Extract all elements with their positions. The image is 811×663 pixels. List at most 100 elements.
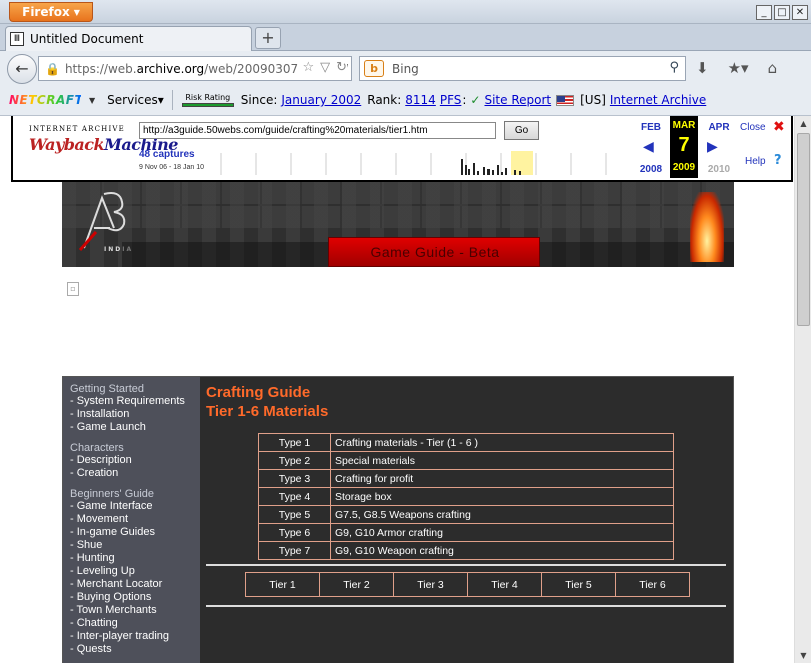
type-desc-cell[interactable]: Special materials (330, 451, 674, 470)
type-table: Type 1 Crafting materials - Tier (1 - 6 )… (258, 433, 674, 560)
pfs-link[interactable]: PFS (440, 93, 462, 107)
tab-untitled-document[interactable]: Ⅲ Untitled Document (5, 26, 252, 51)
sidebar-section-title: Characters (70, 442, 124, 454)
tier-5-link[interactable]: Tier 5 (541, 572, 616, 597)
sidebar-item-game-launch[interactable]: - Game Launch (70, 421, 200, 434)
capture-sparkline[interactable] (211, 145, 631, 175)
host-link[interactable]: Internet Archive (610, 93, 706, 107)
type-desc-cell[interactable]: G9, G10 Armor crafting (330, 523, 674, 542)
scroll-down-icon[interactable]: ▼ (797, 649, 810, 662)
sidebar-item-movement[interactable]: - Movement (70, 513, 200, 526)
sidebar-item-merchant-locator[interactable]: - Merchant Locator (70, 578, 200, 591)
wayback-go-button[interactable]: Go (504, 121, 539, 140)
sidebar-item-town-merchants[interactable]: - Town Merchants (70, 604, 200, 617)
site-report-link[interactable]: Site Report (484, 93, 551, 107)
tier-1-link[interactable]: Tier 1 (245, 572, 320, 597)
prev-month-link[interactable]: FEB (636, 122, 666, 133)
scroll-up-icon[interactable]: ▲ (797, 117, 810, 130)
tier-6-link[interactable]: Tier 6 (615, 572, 690, 597)
type-desc-cell[interactable]: G9, G10 Weapon crafting (330, 541, 674, 560)
next-capture-icon[interactable]: ▶ (707, 138, 718, 155)
wayback-close-link[interactable]: Close (740, 122, 766, 133)
downloads-icon[interactable]: ⬇ (696, 59, 709, 77)
netcraft-dropdown-icon[interactable]: ▼ (89, 96, 95, 105)
close-window-button[interactable]: ✕ (792, 5, 808, 20)
bookmark-star-icon[interactable]: ☆ (302, 60, 314, 75)
type-cell[interactable]: Type 4 (258, 487, 331, 506)
sidebar-item-game-interface[interactable]: - Game Interface (70, 500, 200, 513)
sidebar-item-installation[interactable]: - Installation (70, 408, 200, 421)
type-cell[interactable]: Type 5 (258, 505, 331, 524)
tier-tabs: Tier 1 Tier 2 Tier 3 Tier 4 Tier 5 Tier … (245, 572, 690, 597)
guide-page: Getting Started - System Requirements - … (62, 376, 734, 663)
help-icon[interactable]: ? (774, 153, 782, 168)
scrollbar-thumb[interactable] (797, 133, 810, 326)
search-bar[interactable]: b Bing ⚲ (359, 56, 686, 81)
sidebar-item-description[interactable]: - Description (70, 454, 200, 467)
sidebar-item-in-game-guides[interactable]: - In-game Guides (70, 526, 200, 539)
current-year: 2009 (672, 162, 696, 173)
captures-link[interactable]: 48 captures (139, 149, 195, 160)
page-viewport: INTERNET ARCHIVE WaybackMachine http://a… (0, 116, 811, 663)
table-row: Type 5 G7.5, G8.5 Weapons crafting (258, 505, 674, 524)
url-bar[interactable]: 🔒 https://web.archive.org/web/2009030713… (38, 56, 352, 81)
tier-3-link[interactable]: Tier 3 (393, 572, 468, 597)
navigation-toolbar: ← 🔒 https://web.archive.org/web/20090307… (0, 51, 811, 85)
sidebar-item-hunting[interactable]: - Hunting (70, 552, 200, 565)
services-menu[interactable]: Services▾ (107, 93, 164, 107)
sidebar-item-system-requirements[interactable]: - System Requirements (70, 395, 200, 408)
new-tab-button[interactable]: + (255, 27, 281, 49)
prev-year-link[interactable]: 2008 (636, 164, 666, 175)
netcraft-toolbar: NETCRAFT ▼ Services▾ Risk Rating Since: … (0, 85, 811, 116)
sidebar-item-shue[interactable]: - Shue (70, 539, 200, 552)
toolbar-icons: ⬇ ★▾ ⌂ (696, 59, 777, 77)
next-month-link[interactable]: APR (704, 122, 734, 133)
type-cell[interactable]: Type 7 (258, 541, 331, 560)
netcraft-logo[interactable]: NETCRAFT (9, 93, 83, 107)
tier-2-link[interactable]: Tier 2 (319, 572, 394, 597)
lock-icon: 🔒 (45, 61, 60, 76)
back-button[interactable]: ← (7, 54, 37, 84)
table-row: Tier 1 Tier 2 Tier 3 Tier 4 Tier 5 Tier … (245, 572, 690, 597)
broken-image-icon: ▫ (67, 282, 79, 296)
risk-rating-label: Risk Rating (185, 93, 231, 102)
close-icon[interactable]: ✖ (773, 119, 785, 135)
current-day: 7 (678, 134, 690, 156)
type-cell[interactable]: Type 1 (258, 433, 331, 452)
prev-capture-icon[interactable]: ◀ (643, 138, 654, 155)
sidebar-item-buying-options[interactable]: - Buying Options (70, 591, 200, 604)
bookmarks-menu-icon[interactable]: ★▾ (728, 59, 749, 77)
firefox-menu-button[interactable]: Firefox ▼ (9, 2, 93, 22)
reload-icon[interactable]: ↻ (336, 60, 347, 75)
type-desc-cell[interactable]: Crafting materials - Tier (1 - 6 ) (330, 433, 674, 452)
bing-engine-icon[interactable]: b (364, 60, 384, 77)
home-icon[interactable]: ⌂ (768, 59, 778, 77)
url-dropdown-icon[interactable]: ▽ (320, 60, 330, 75)
minimize-button[interactable]: _ (756, 5, 772, 20)
sidebar-item-chatting[interactable]: - Chatting (70, 617, 200, 630)
vertical-scrollbar[interactable]: ▲ ▼ (794, 116, 811, 663)
wayback-url-input[interactable]: http://a3guide.50webs.com/guide/crafting… (139, 122, 496, 139)
sidebar-item-creation[interactable]: - Creation (70, 467, 200, 480)
rank-label: Rank: (367, 93, 402, 107)
wayback-help-link[interactable]: Help (745, 156, 766, 167)
type-desc-cell[interactable]: G7.5, G8.5 Weapons crafting (330, 505, 674, 524)
us-flag-icon (556, 94, 575, 106)
risk-rating[interactable]: Risk Rating (181, 93, 235, 107)
maximize-button[interactable]: □ (774, 5, 790, 20)
search-icon[interactable]: ⚲ (669, 60, 679, 75)
type-desc-cell[interactable]: Storage box (330, 487, 674, 506)
type-cell[interactable]: Type 3 (258, 469, 331, 488)
rank-link[interactable]: 8114 (405, 93, 436, 107)
page-title: Crafting Guide Tier 1-6 Materials (206, 383, 328, 421)
table-row: Type 1 Crafting materials - Tier (1 - 6 ) (258, 433, 674, 452)
type-cell[interactable]: Type 6 (258, 523, 331, 542)
table-row: Type 6 G9, G10 Armor crafting (258, 523, 674, 542)
sidebar-item-leveling-up[interactable]: - Leveling Up (70, 565, 200, 578)
sidebar-item-quests[interactable]: - Quests (70, 643, 200, 656)
type-desc-cell[interactable]: Crafting for profit (330, 469, 674, 488)
sidebar-item-inter-player-trading[interactable]: - Inter-player trading (70, 630, 200, 643)
since-link[interactable]: January 2002 (281, 93, 361, 107)
type-cell[interactable]: Type 2 (258, 451, 331, 470)
tier-4-link[interactable]: Tier 4 (467, 572, 542, 597)
